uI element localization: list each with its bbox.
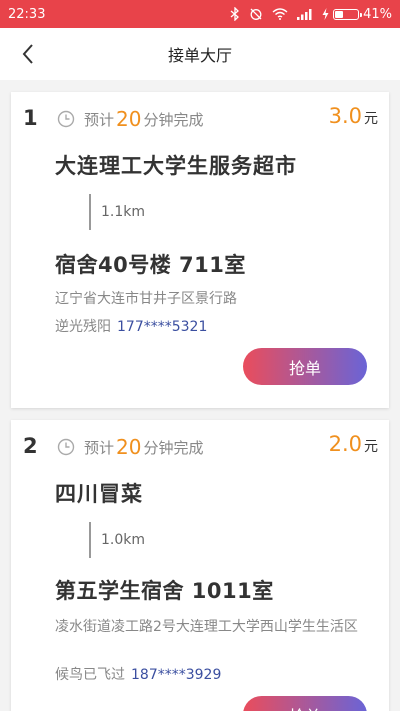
battery-percent: 41%: [363, 6, 392, 22]
wifi-icon: [272, 8, 288, 20]
eta-prefix: 预计: [84, 110, 115, 129]
route-line: [89, 194, 91, 230]
alarm-off-icon: [250, 8, 262, 20]
customer-name: 逆光残阳: [55, 319, 111, 335]
destination: 宿舍40号楼 711室: [55, 253, 246, 277]
eta-minutes: 20: [116, 435, 142, 459]
app-header: 接单大厅: [0, 28, 400, 80]
order-index: 2: [23, 434, 38, 458]
price-unit: 元: [364, 111, 378, 127]
order-card-2: 2 预计 20 分钟完成 2.0 元 四川冒菜 1.0km 第五学生宿舍 101…: [11, 420, 389, 711]
battery-indicator: 41%: [322, 7, 392, 22]
order-card-1: 1 预计 20 分钟完成 3.0 元 大连理工大学生服务超市 1.1km 宿舍4…: [11, 92, 389, 408]
order-index: 1: [23, 106, 38, 130]
status-bar: 22:33 41%: [0, 0, 400, 28]
price-amount: 2.0: [328, 432, 362, 456]
price-unit: 元: [364, 439, 378, 455]
bluetooth-icon: [230, 7, 240, 21]
shop-name: 大连理工大学生服务超市: [55, 154, 297, 178]
address: 辽宁省大连市甘井子区景行路: [55, 291, 237, 307]
signal-icon: [297, 9, 312, 20]
order-eta: 预计 20 分钟完成: [57, 434, 203, 460]
customer-phone[interactable]: 187****3929: [131, 667, 221, 683]
status-time: 22:33: [8, 6, 46, 22]
status-icons: 41%: [230, 7, 392, 22]
eta-suffix: 分钟完成: [143, 438, 204, 457]
destination: 第五学生宿舍 1011室: [55, 579, 274, 603]
shop-name: 四川冒菜: [55, 482, 143, 506]
page-title: 接单大厅: [167, 46, 232, 65]
contact: 逆光残阳 177****5321: [55, 316, 207, 336]
order-distance: 1.0km: [101, 532, 146, 548]
battery-icon: [333, 8, 363, 20]
order-price: 3.0 元: [329, 104, 378, 128]
eta-suffix: 分钟完成: [143, 110, 204, 129]
clock-icon: [57, 438, 75, 456]
order-distance: 1.1km: [101, 204, 146, 220]
customer-name: 候鸟已飞过: [55, 667, 125, 683]
eta-prefix: 预计: [84, 438, 115, 457]
chevron-left-icon: [22, 44, 33, 64]
back-button[interactable]: [14, 40, 42, 68]
order-price: 2.0 元: [329, 432, 378, 456]
address: 凌水街道凌工路2号大连理工大学西山学生生活区: [55, 619, 358, 635]
eta-minutes: 20: [116, 107, 142, 131]
customer-phone[interactable]: 177****5321: [117, 319, 207, 335]
price-amount: 3.0: [328, 104, 362, 128]
grab-order-button[interactable]: 抢单: [243, 348, 367, 385]
charging-icon: [322, 8, 329, 20]
clock-icon: [57, 110, 75, 128]
route-line: [89, 522, 91, 558]
grab-order-button[interactable]: 抢单: [243, 696, 367, 711]
contact: 候鸟已飞过 187****3929: [55, 664, 221, 684]
order-eta: 预计 20 分钟完成: [57, 106, 203, 132]
